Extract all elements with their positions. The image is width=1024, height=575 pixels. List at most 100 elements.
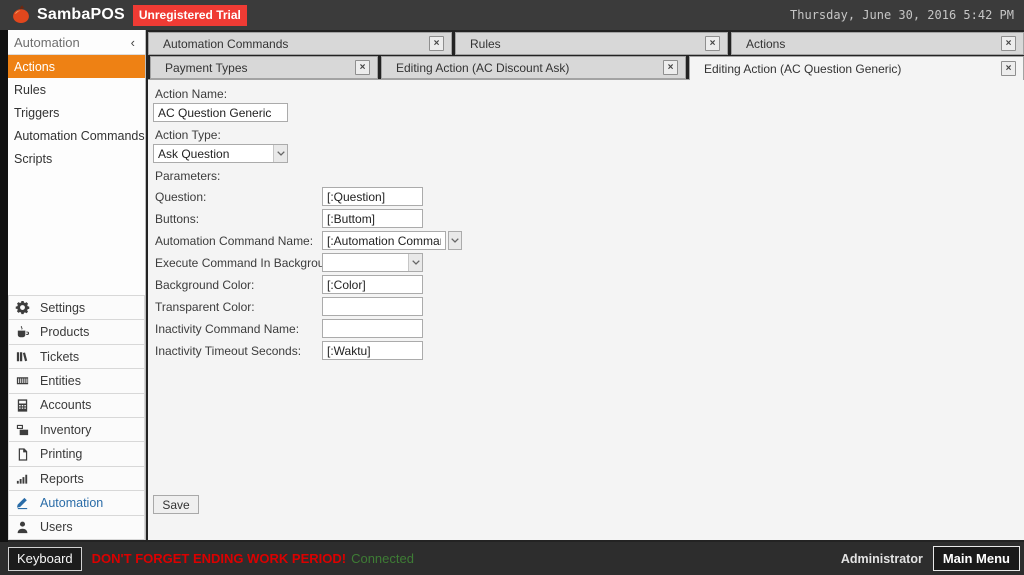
sidebar: Automation ‹ Actions Rules Triggers Automat… [8,30,146,541]
close-icon[interactable]: × [429,36,444,51]
chevron-down-icon[interactable] [408,254,422,271]
param-row-buttons: Buttons: [148,208,648,230]
module-label: Automation [40,495,104,510]
sidebar-section-header: Automation ‹ [8,30,145,55]
module-item-settings[interactable]: Settings [8,295,145,321]
tab-rules[interactable]: Rules × [455,32,728,55]
param-input[interactable] [322,209,423,228]
sidebar-item-actions[interactable]: Actions [8,55,145,78]
sidebar-item-rules[interactable]: Rules [8,78,145,101]
tab-label: Editing Action (AC Question Generic) [704,61,902,76]
module-item-automation[interactable]: Automation [8,490,145,516]
module-label: Inventory [40,422,92,437]
tab-automation-commands[interactable]: Automation Commands × [148,32,452,55]
sidebar-item-scripts[interactable]: Scripts [8,147,145,170]
close-icon[interactable]: × [1001,61,1016,76]
param-label: Transparent Color: [155,300,255,314]
param-label: Background Color: [155,278,255,292]
tab-label: Automation Commands [163,36,289,51]
module-label: Settings [40,300,86,315]
module-item-tickets[interactable]: Tickets [8,343,145,370]
keyboard-button[interactable]: Keyboard [8,546,82,571]
module-label: Reports [40,471,84,486]
parameters-label: Parameters: [155,169,221,183]
connection-status: Connected [351,551,414,566]
param-input[interactable] [322,319,423,338]
sidebar-item-automation-commands[interactable]: Automation Commands [8,124,145,147]
close-icon[interactable]: × [705,36,720,51]
param-row-question: Question: [148,186,648,208]
gear-icon [15,300,33,315]
tab-actions[interactable]: Actions × [731,32,1024,55]
collapse-chevron-icon[interactable]: ‹ [131,35,135,50]
entities-icon [15,373,33,388]
save-button[interactable]: Save [153,495,199,514]
param-label: Question: [155,190,207,204]
sidebar-section-title: Automation [14,34,80,50]
module-item-reports[interactable]: Reports [8,465,145,492]
param-combo-input[interactable] [322,231,446,250]
chevron-down-icon[interactable] [273,145,287,162]
editor-panel: Action Name: Action Type: Ask Question P… [148,79,1024,540]
param-label: Buttons: [155,212,200,226]
action-type-select[interactable]: Ask Question [153,144,288,163]
app-title: SambaPOS [37,6,125,23]
module-item-entities[interactable]: Entities [8,368,145,394]
window-left-edge [0,30,8,542]
param-label: Automation Command Name: [155,234,314,248]
param-input[interactable] [322,341,423,360]
param-input[interactable] [322,275,423,294]
module-label: Tickets [40,349,80,364]
calculator-icon [15,398,33,413]
action-name-input[interactable] [153,103,288,122]
module-label: Users [40,520,73,535]
tab-payment-types[interactable]: Payment Types × [150,56,378,79]
param-row-background-color: Background Color: [148,274,648,296]
sidebar-nav-list: Actions Rules Triggers Automation Commands S… [8,55,145,170]
chevron-down-icon[interactable] [448,231,462,250]
tab-label: Actions [746,36,786,51]
param-row-automation-command-name: Automation Command Name: [148,230,648,252]
sidebar-module-list: Settings Products Tickets Entities Accounts I… [8,295,145,541]
title-bar: SambaPOS Unregistered Trial Thursday, Ju… [0,0,1024,30]
module-label: Products [40,325,90,340]
chart-icon [15,471,33,486]
param-select[interactable] [322,253,423,272]
work-period-warning: DON'T FORGET ENDING WORK PERIOD! [91,551,347,566]
param-label: Inactivity Timeout Seconds: [155,344,302,358]
action-type-label: Action Type: [155,128,221,142]
param-row-execute-command-in-background: Execute Command In Background: [148,252,648,274]
module-item-products[interactable]: Products [8,319,145,345]
clock-text: Thursday, June 30, 2016 5:42 PM [790,8,1014,22]
tab-row-editors: Payment Types × Editing Action (AC Discoun… [150,56,1024,80]
tab-label: Rules [470,36,501,51]
action-name-label: Action Name: [155,87,228,101]
module-item-inventory[interactable]: Inventory [8,417,145,443]
action-type-value: Ask Question [158,147,230,161]
module-label: Entities [40,373,81,388]
main-area: Automation Commands × Rules × Actions × Payme… [148,30,1024,540]
tab-editing-action-ac-question-generic[interactable]: Editing Action (AC Question Generic) × [689,56,1024,80]
trial-badge: Unregistered Trial [132,4,247,26]
module-item-accounts[interactable]: Accounts [8,392,145,419]
main-menu-button[interactable]: Main Menu [932,546,1020,571]
module-item-users[interactable]: Users [8,514,145,541]
param-label: Inactivity Command Name: [155,322,300,336]
close-icon[interactable]: × [1001,36,1016,51]
sidebar-item-triggers[interactable]: Triggers [8,101,145,124]
tab-editing-action-ac-discount-ask[interactable]: Editing Action (AC Discount Ask) × [381,56,686,79]
tab-label: Payment Types [165,60,248,75]
module-label: Printing [40,447,83,462]
inventory-icon [15,422,33,437]
tickets-icon [15,349,33,364]
module-item-printing[interactable]: Printing [8,441,145,467]
param-row-inactivity-timeout-seconds: Inactivity Timeout Seconds: [148,340,648,362]
param-input[interactable] [322,297,423,316]
cup-icon [15,325,33,340]
sambapos-logo-icon [13,5,29,23]
close-icon[interactable]: × [355,60,370,75]
pencil-icon [15,495,33,510]
param-input[interactable] [322,187,423,206]
tab-label: Editing Action (AC Discount Ask) [396,60,570,75]
close-icon[interactable]: × [663,60,678,75]
